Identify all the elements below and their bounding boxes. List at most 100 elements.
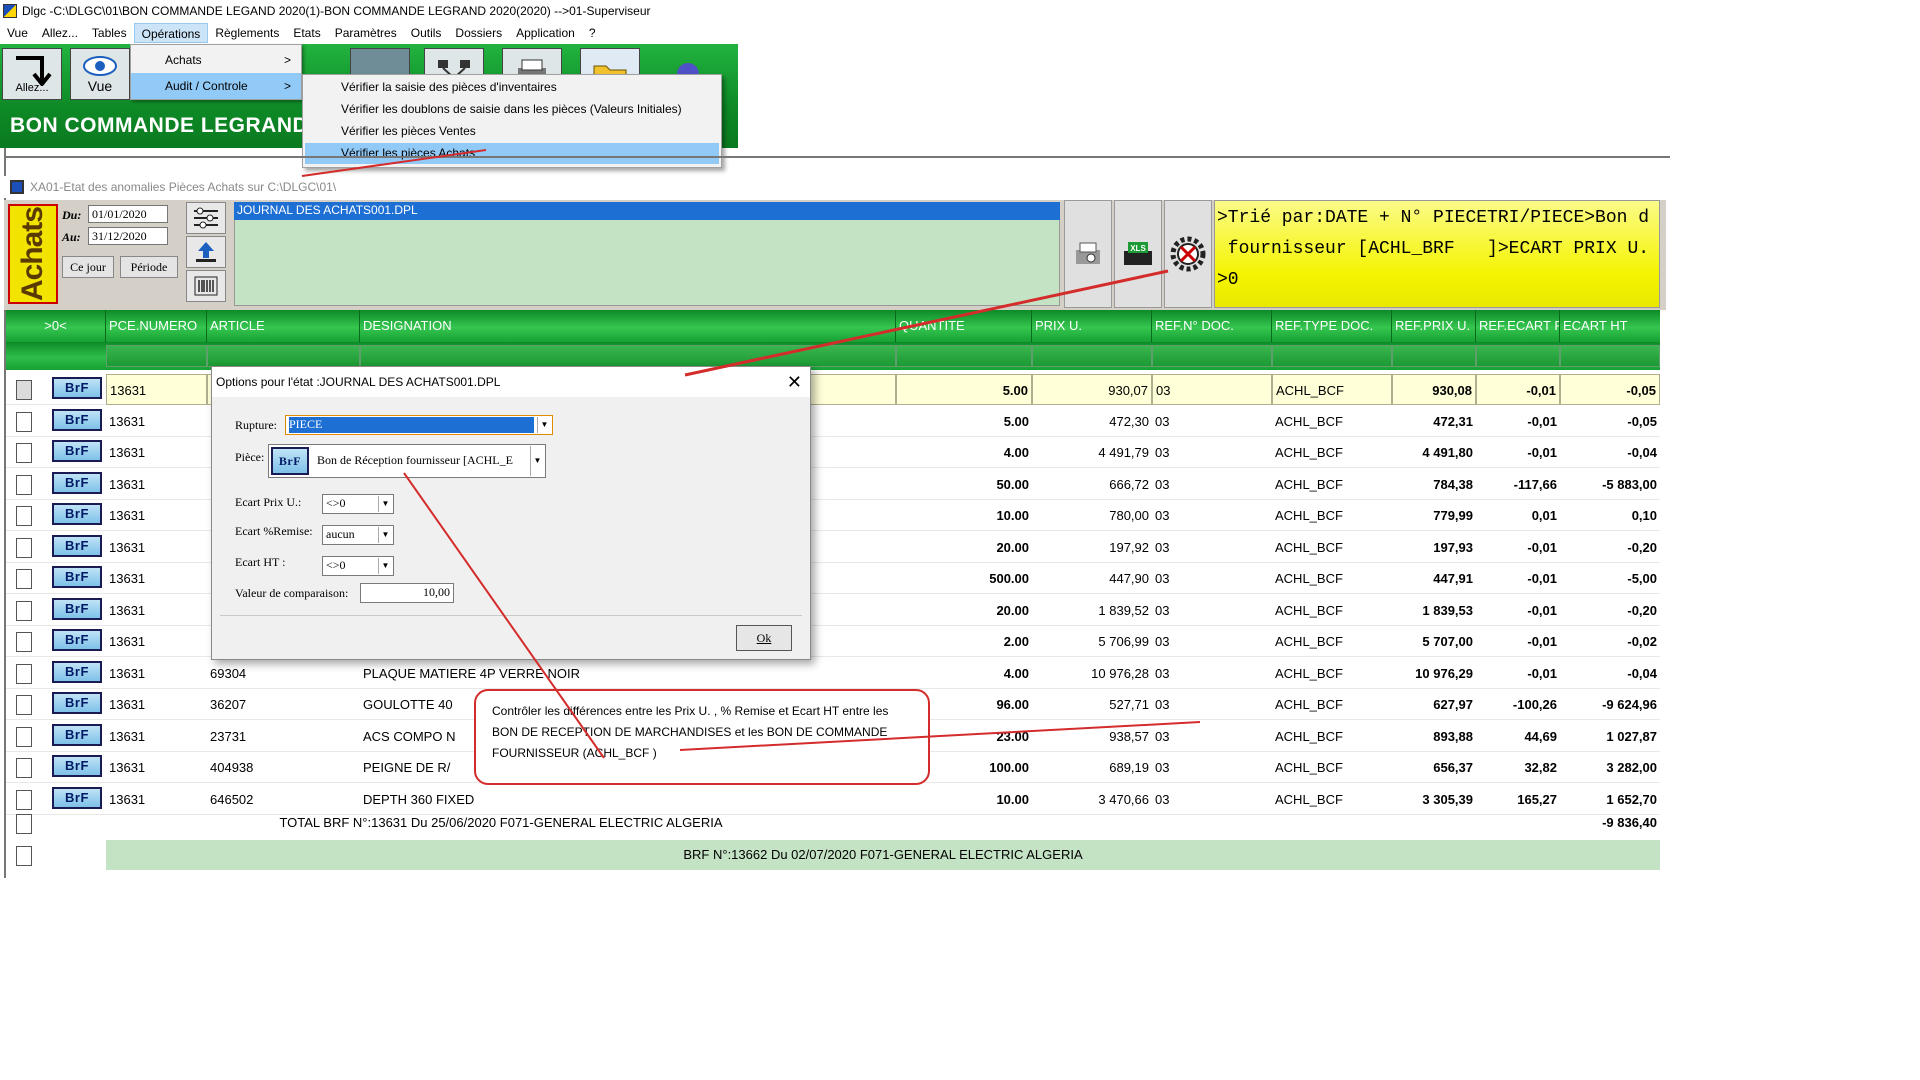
menu-tables[interactable]: Tables <box>85 23 134 43</box>
brf-badge[interactable]: BrF <box>52 377 102 399</box>
row-checkbox[interactable] <box>16 443 32 463</box>
menu-vue[interactable]: Vue <box>0 23 35 43</box>
cell-refdoc: 03 <box>1155 413 1170 429</box>
menu-item-audit-controle[interactable]: Audit / Controle > <box>131 73 301 99</box>
col-designation[interactable]: DESIGNATION <box>360 310 896 342</box>
menu-etats[interactable]: Etats <box>286 23 327 43</box>
row-checkbox[interactable] <box>16 663 32 684</box>
run-report-button[interactable] <box>1164 200 1212 308</box>
col-ref-prix-u[interactable]: REF.PRIX U. <box>1392 310 1476 342</box>
piece-select[interactable]: BrF Bon de Réception fournisseur [ACHL_E… <box>268 444 546 478</box>
menu-outils[interactable]: Outils <box>404 23 449 43</box>
menu-dossiers[interactable]: Dossiers <box>448 23 509 43</box>
filter-cell[interactable] <box>1032 345 1152 367</box>
report-item-selected[interactable]: JOURNAL DES ACHATS001.DPL <box>234 202 1060 220</box>
row-checkbox[interactable] <box>16 814 32 834</box>
menu-parametres[interactable]: Paramètres <box>328 23 404 43</box>
allez-button[interactable]: Allez... <box>2 48 62 100</box>
brf-badge[interactable]: BrF <box>52 408 102 431</box>
row-checkbox[interactable] <box>16 726 32 747</box>
menu-operations[interactable]: Opérations <box>133 23 209 43</box>
filter-cell[interactable] <box>360 345 896 367</box>
filter-cell[interactable] <box>1272 345 1392 367</box>
row-checkbox[interactable] <box>16 758 32 778</box>
brf-badge[interactable]: BrF <box>52 597 102 620</box>
export-button[interactable] <box>186 236 226 268</box>
close-icon[interactable]: ✕ <box>787 367 802 397</box>
brf-badge[interactable]: BrF <box>52 692 102 714</box>
valeur-input[interactable]: 10,00 <box>360 583 454 603</box>
row-checkbox[interactable] <box>16 600 32 621</box>
vue-button[interactable]: Vue <box>70 48 130 100</box>
cell-reftype: ACHL_BCF <box>1275 539 1343 555</box>
row-checkbox[interactable] <box>16 506 32 526</box>
cell-pce: 13631 <box>106 374 207 405</box>
ecart-remise-value: aucun <box>326 527 355 541</box>
brf-badge[interactable]: BrF <box>52 755 102 777</box>
ecart-remise-select[interactable]: aucun ▼ <box>322 525 394 545</box>
upload-icon <box>196 242 216 262</box>
menu-item-verify-sales[interactable]: Vérifier les pièces Ventes <box>305 121 719 142</box>
col-ref-type-doc[interactable]: REF.TYPE DOC. <box>1272 310 1392 342</box>
table-row[interactable]: BrF 13631 69304 PLAQUE MATIERE 4P VERRE NOI… <box>6 658 1660 689</box>
col-prix-u[interactable]: PRIX U. <box>1032 310 1152 342</box>
row-checkbox[interactable] <box>16 474 32 495</box>
col-ref-ecart-prix[interactable]: REF.ECART PRIX <box>1476 310 1560 342</box>
menu-reglements[interactable]: Règlements <box>208 23 286 43</box>
date-to-field[interactable]: 31/12/2020 <box>88 227 168 245</box>
row-checkbox[interactable] <box>16 632 32 652</box>
col-ecart-ht[interactable]: ECART HT <box>1560 310 1660 342</box>
menu-help[interactable]: ? <box>582 23 603 43</box>
menu-allez[interactable]: Allez... <box>35 23 85 43</box>
col-article[interactable]: ARTICLE <box>207 310 360 342</box>
brf-badge[interactable]: BrF <box>52 629 102 651</box>
cell-reftype: ACHL_BCF <box>1275 602 1343 618</box>
row-checkbox[interactable] <box>16 789 32 810</box>
brf-badge[interactable]: BrF <box>52 440 102 462</box>
row-checkbox[interactable] <box>16 569 32 589</box>
filter-cell[interactable] <box>1392 345 1476 367</box>
brf-badge[interactable]: BrF <box>52 534 102 557</box>
cell-pce: 13631 <box>109 634 146 649</box>
menu-item-verify-duplicates[interactable]: Vérifier les doublons de saisie dans les… <box>305 99 719 120</box>
filter-cell[interactable] <box>1152 345 1272 367</box>
brf-badge[interactable]: BrF <box>52 566 102 588</box>
period-button[interactable]: Période <box>120 256 178 278</box>
au-label: Au: <box>62 230 81 244</box>
window-title: Dlgc -C:\DLGC\01\BON COMMANDE LEGAND 202… <box>22 4 651 18</box>
menu-item-achats[interactable]: Achats > <box>131 47 301 73</box>
menu-item-verify-inventory[interactable]: Vérifier la saisie des pièces d'inventai… <box>305 77 719 98</box>
filter-cell[interactable] <box>207 345 360 367</box>
brf-badge[interactable]: BrF <box>52 786 102 809</box>
ok-button[interactable]: Ok <box>736 625 792 651</box>
row-checkbox[interactable] <box>16 411 32 432</box>
cell-ecartht: -9 624,96 <box>1602 697 1657 712</box>
brf-badge[interactable]: BrF <box>52 471 102 494</box>
rupture-select[interactable]: PIECE ▼ <box>285 415 553 435</box>
filter-cell[interactable] <box>106 345 207 367</box>
row-checkbox[interactable] <box>16 537 32 558</box>
brf-badge[interactable]: BrF <box>52 660 102 683</box>
ecart-ht-select[interactable]: <>0 ▼ <box>322 556 394 576</box>
filter-cell[interactable] <box>1560 345 1660 367</box>
col-pce-numero[interactable]: PCE.NUMERO <box>106 310 207 342</box>
col-ref-doc[interactable]: REF.N° DOC. <box>1152 310 1272 342</box>
row-checkbox[interactable] <box>16 695 32 715</box>
excel-export-button[interactable]: XLS <box>1114 200 1162 308</box>
ecart-prix-select[interactable]: <>0 ▼ <box>322 494 394 514</box>
col-flag[interactable]: >0< <box>6 310 106 342</box>
today-button[interactable]: Ce jour <box>62 256 114 278</box>
settings-button[interactable] <box>186 202 226 234</box>
brf-badge[interactable]: BrF <box>52 723 102 746</box>
row-checkbox[interactable] <box>16 846 32 866</box>
filter-cell[interactable] <box>896 345 1032 367</box>
cell-prix: 197,92 <box>1109 539 1149 555</box>
barcode-button[interactable] <box>186 270 226 302</box>
date-from-field[interactable]: 01/01/2020 <box>88 205 168 223</box>
menu-application[interactable]: Application <box>509 23 582 43</box>
col-quantite[interactable]: QUANTITE <box>896 310 1032 342</box>
filter-cell[interactable] <box>1476 345 1560 367</box>
preview-button[interactable] <box>1064 200 1112 308</box>
brf-badge[interactable]: BrF <box>52 503 102 525</box>
row-checkbox[interactable] <box>16 380 32 400</box>
